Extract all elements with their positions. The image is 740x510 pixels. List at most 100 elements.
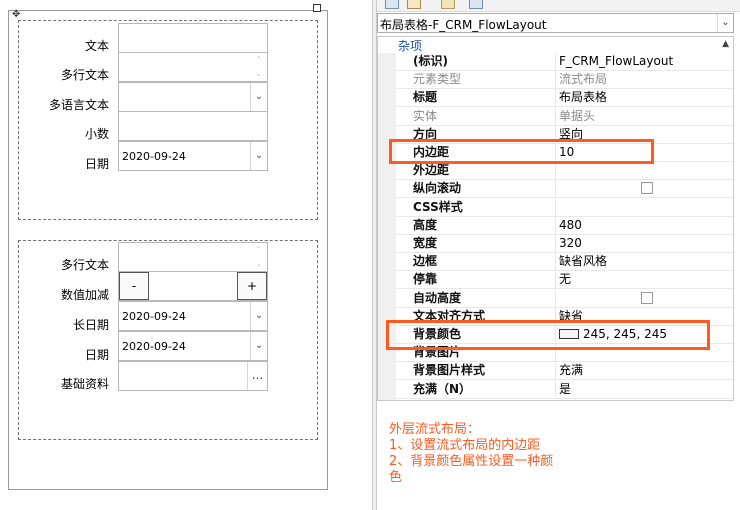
inner-flow-layout-2[interactable]: 多行文本 ⌃ ⌄ 数值加减 - + 长日期 2020-09-24 ⌄ 日期 202… (18, 240, 318, 440)
highlight-padding (389, 139, 654, 164)
property-row[interactable]: 纵向滚动 (396, 180, 733, 199)
field-label: 小数 (84, 127, 109, 141)
field-label: 日期 (84, 157, 109, 171)
property-row[interactable]: (标识) F_CRM_FlowLayout (396, 53, 733, 71)
property-checkbox[interactable] (641, 182, 653, 195)
property-value[interactable]: 缺省风格 (559, 253, 731, 270)
property-value[interactable]: 320 (559, 235, 731, 252)
field-label: 数值加减 (60, 288, 109, 302)
property-name: CSS样式 (396, 198, 556, 216)
date-value: 2020-09-24 (122, 340, 186, 353)
spin-arrows-icon: ⌃ ⌄ (255, 55, 262, 78)
property-row[interactable]: CSS样式 (396, 198, 733, 217)
chevron-down-icon[interactable]: ⌄ (250, 83, 267, 111)
date-value: 2020-09-24 (122, 310, 186, 323)
description-line: 1、设置流式布局的内边距 (389, 438, 541, 453)
help-description: 外层流式布局： 1、设置流式布局的内边距 2、背景颜色属性设置一种颜 色 (389, 422, 609, 486)
property-value[interactable]: 流式布局 (559, 71, 731, 88)
property-name: 外边距 (396, 162, 556, 180)
property-value[interactable] (559, 162, 731, 179)
property-name: (标识) (396, 53, 556, 70)
multiline-text-field[interactable]: ⌃ ⌄ (118, 52, 268, 82)
property-panel: 布局表格-F_CRM_FlowLayout ⌄ 杂项 ▲ (标识) F_CRM_F… (377, 0, 740, 510)
chevron-down-icon[interactable]: ⌄ (250, 332, 267, 360)
property-value[interactable]: 布局表格 (559, 89, 731, 106)
collapse-icon[interactable]: ▲ (722, 39, 729, 49)
property-row[interactable]: 外边距 (396, 162, 733, 181)
description-line: 色 (389, 470, 403, 485)
resize-handle[interactable] (313, 4, 321, 12)
inner-flow-layout-1[interactable]: 文本 多行文本 ⌃ ⌄ 多语言文本 ⌄ 小数 日期 2020-09-24 ⌄ (18, 20, 318, 220)
date-field[interactable]: 2020-09-24 ⌄ (118, 141, 268, 171)
property-name: 标题 (396, 89, 556, 107)
field-label: 长日期 (72, 318, 109, 332)
property-value[interactable] (559, 199, 731, 216)
property-row[interactable]: 自动高度 (396, 289, 733, 308)
property-row[interactable]: 实体 单据头 (396, 107, 733, 126)
property-value[interactable]: 充满 (559, 362, 731, 379)
description-line: 外层流式布局： (389, 422, 481, 437)
property-row[interactable]: 宽度 320 (396, 235, 733, 253)
property-name: 高度 (396, 216, 556, 234)
category-header[interactable]: 杂项 ▲ (378, 37, 733, 53)
property-value[interactable]: F_CRM_FlowLayout (559, 53, 731, 70)
object-selector[interactable]: 布局表格-F_CRM_FlowLayout ⌄ (377, 13, 734, 33)
long-date-field[interactable]: 2020-09-24 ⌄ (118, 301, 268, 331)
categorized-view-icon[interactable] (385, 0, 399, 9)
field-label: 日期 (84, 348, 109, 362)
grid-scrollbar[interactable] (734, 36, 740, 401)
chevron-down-icon[interactable]: ⌄ (250, 142, 267, 170)
chevron-down-icon[interactable]: ⌄ (717, 14, 733, 32)
date-field[interactable]: 2020-09-24 ⌄ (118, 331, 268, 361)
field-label: 多语言文本 (48, 98, 109, 112)
browse-button[interactable]: ... (247, 362, 267, 390)
property-row[interactable]: 停靠无 (396, 271, 733, 290)
property-name: 元素类型 (396, 71, 556, 89)
property-toolbar (377, 0, 740, 12)
highlight-background-color (386, 320, 710, 350)
field-label: 多行文本 (60, 68, 109, 82)
field-label: 多行文本 (60, 258, 109, 272)
property-row[interactable]: 标题 布局表格 (396, 89, 733, 108)
property-name: 自动高度 (396, 289, 556, 307)
property-value[interactable] (559, 180, 731, 197)
description-line: 2、背景颜色属性设置一种颜 (389, 454, 554, 469)
multiline-text-field[interactable]: ⌃ ⌄ (118, 242, 268, 272)
date-value: 2020-09-24 (122, 150, 186, 163)
field-label: 基础资料 (60, 377, 109, 391)
chevron-down-icon[interactable]: ⌄ (250, 302, 267, 330)
property-name: 停靠 (396, 271, 556, 289)
property-name: 充满（N） (396, 380, 556, 398)
property-row[interactable]: 背景图片样式 充满 (396, 362, 733, 381)
sort-alpha-icon[interactable] (407, 0, 421, 9)
property-pages-icon[interactable] (441, 0, 455, 9)
increment-button[interactable]: + (237, 272, 267, 300)
property-row[interactable]: 高度 480 (396, 216, 733, 235)
property-name: 纵向滚动 (396, 180, 556, 198)
property-name: 宽度 (396, 235, 556, 252)
property-value[interactable] (559, 290, 731, 307)
quantity-stepper[interactable]: - + (118, 271, 268, 301)
property-checkbox[interactable] (641, 291, 653, 304)
property-value[interactable]: 无 (559, 271, 731, 288)
category-label: 杂项 (398, 39, 423, 53)
property-value[interactable]: 是 (559, 381, 731, 398)
decimal-field[interactable] (118, 111, 268, 141)
form-designer-canvas[interactable]: ✥ 文本 多行文本 ⌃ ⌄ 多语言文本 ⌄ 小数 日期 2020-09-24 ⌄ … (0, 0, 372, 510)
property-value[interactable]: 480 (559, 217, 731, 234)
property-name: 实体 (396, 107, 556, 125)
property-row[interactable]: 元素类型 流式布局 (396, 71, 733, 90)
property-name: 边框 (396, 253, 556, 271)
multilang-text-field[interactable]: ⌄ (118, 82, 268, 112)
spin-arrows-icon: ⌃ ⌄ (255, 245, 262, 268)
field-label: 文本 (84, 39, 109, 53)
property-row[interactable]: 边框 缺省风格 (396, 253, 733, 272)
move-handle-icon[interactable]: ✥ (12, 10, 26, 20)
property-row[interactable]: 充满（N）是 (396, 380, 733, 399)
text-field[interactable] (118, 23, 268, 53)
property-value[interactable]: 单据头 (559, 108, 731, 125)
decrement-button[interactable]: - (119, 272, 149, 300)
base-data-field[interactable]: ... (118, 361, 268, 391)
events-icon[interactable] (469, 0, 483, 9)
property-name: 背景图片样式 (396, 362, 556, 380)
